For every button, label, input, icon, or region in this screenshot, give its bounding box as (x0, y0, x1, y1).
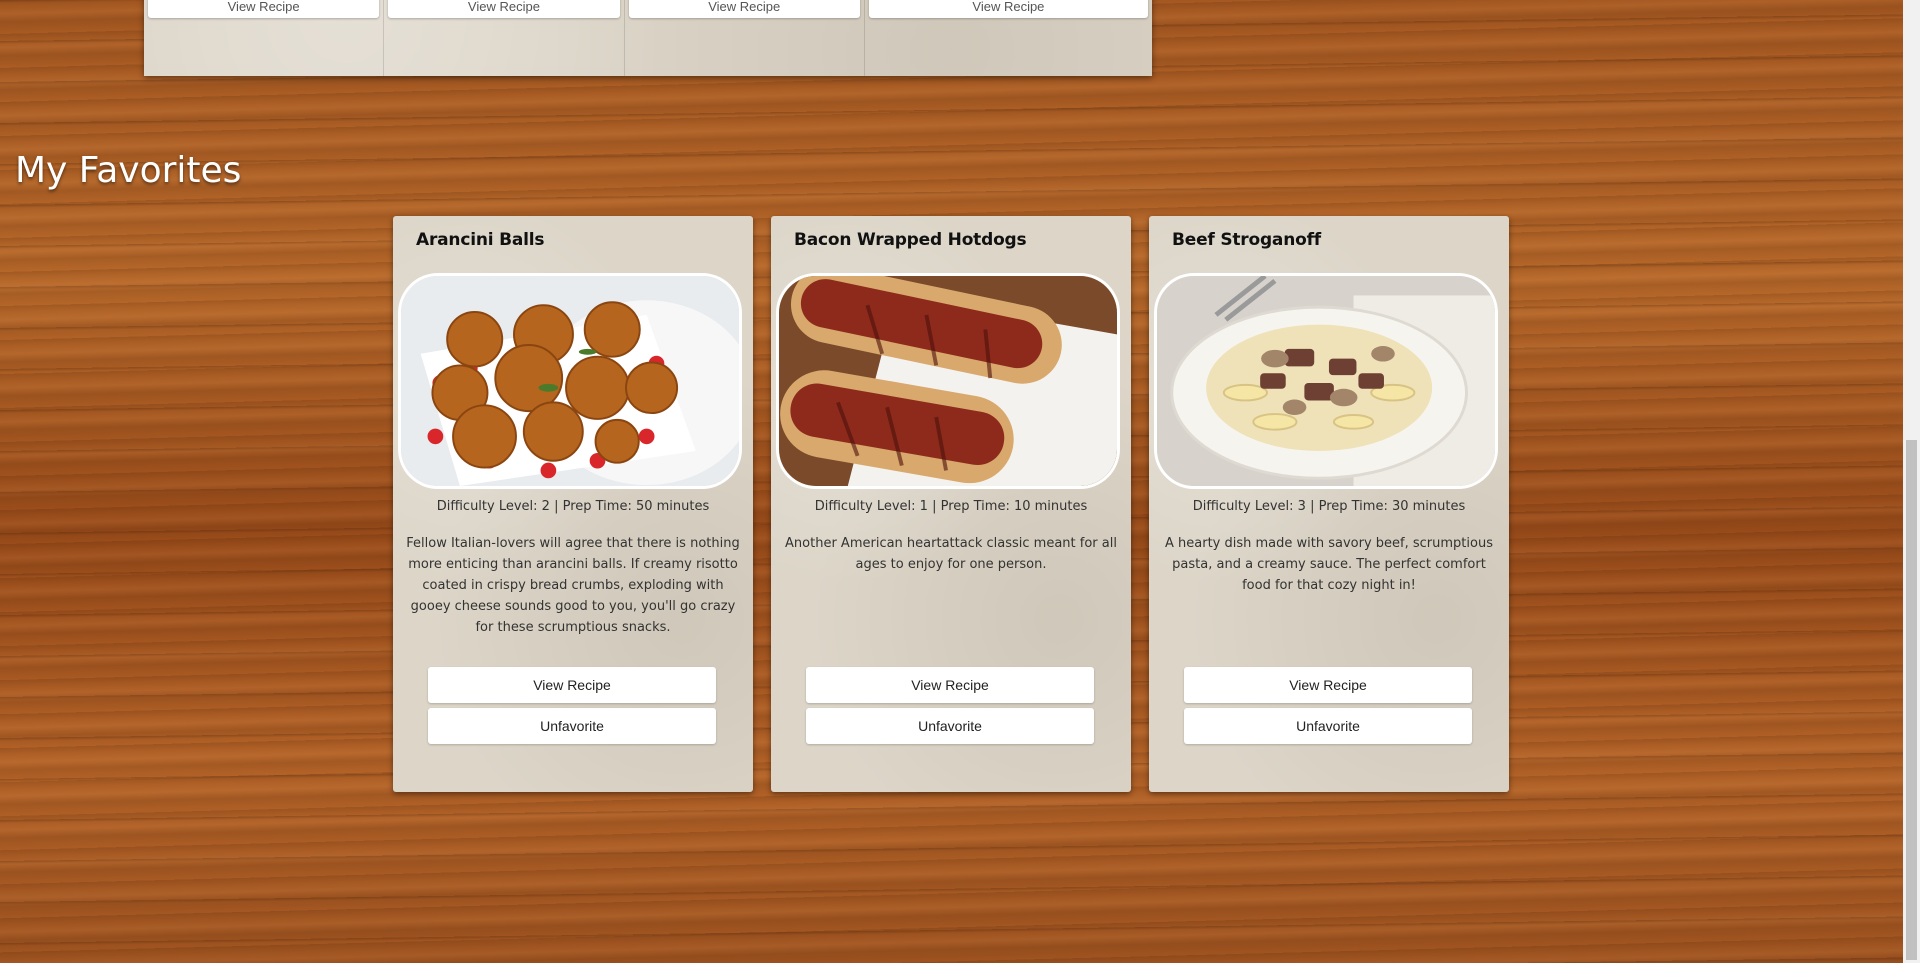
recipe-meta: Difficulty Level: 3 | Prep Time: 30 minu… (1192, 499, 1466, 514)
view-recipe-button[interactable]: View Recipe (428, 667, 716, 703)
favorite-card: Bacon Wrapped Hotdogs Difficulty Level: … (771, 216, 1131, 792)
unfavorite-button[interactable]: Unfavorite (806, 708, 1094, 744)
recipe-card: View Recipe (384, 0, 625, 76)
beef-stroganoff-photo (1157, 276, 1495, 486)
recipe-image (1154, 273, 1498, 489)
scrollbar-thumb[interactable] (1906, 440, 1917, 960)
previous-recipes-row: View Recipe View Recipe View Recipe View… (144, 0, 1152, 76)
recipe-image (398, 273, 742, 489)
recipe-image (776, 273, 1120, 489)
view-recipe-button[interactable]: View Recipe (868, 0, 1148, 18)
bacon-wrapped-hotdogs-photo (779, 276, 1117, 486)
recipe-title: Bacon Wrapped Hotdogs (794, 230, 1027, 250)
recipe-description: Another American heartattack classic mea… (785, 536, 1117, 572)
view-recipe-button[interactable]: View Recipe (806, 667, 1094, 703)
view-recipe-button[interactable]: View Recipe (148, 0, 380, 18)
view-recipe-button[interactable]: View Recipe (1184, 667, 1472, 703)
favorite-card: Beef Stroganoff Difficulty Level: 3 | Pr… (1149, 216, 1509, 792)
recipe-description: Fellow Italian-lovers will agree that th… (406, 536, 740, 635)
recipe-meta: Difficulty Level: 2 | Prep Time: 50 minu… (436, 499, 710, 514)
arancini-balls-photo (401, 276, 739, 486)
recipe-description: A hearty dish made with savory beef, scr… (1165, 536, 1493, 593)
view-recipe-button[interactable]: View Recipe (388, 0, 620, 18)
recipe-card: View Recipe (865, 0, 1152, 76)
favorites-heading: My Favorites (15, 150, 242, 191)
unfavorite-button[interactable]: Unfavorite (428, 708, 716, 744)
recipe-title: Beef Stroganoff (1172, 230, 1321, 250)
vertical-scrollbar[interactable] (1903, 0, 1920, 963)
unfavorite-button[interactable]: Unfavorite (1184, 708, 1472, 744)
favorite-card: Arancini Balls Difficulty Level: 2 | Pre… (393, 216, 753, 792)
view-recipe-button[interactable]: View Recipe (628, 0, 860, 18)
recipe-card: View Recipe (625, 0, 865, 76)
recipe-title: Arancini Balls (416, 230, 545, 250)
recipe-meta: Difficulty Level: 1 | Prep Time: 10 minu… (814, 499, 1088, 514)
recipe-card: View Recipe (144, 0, 385, 76)
